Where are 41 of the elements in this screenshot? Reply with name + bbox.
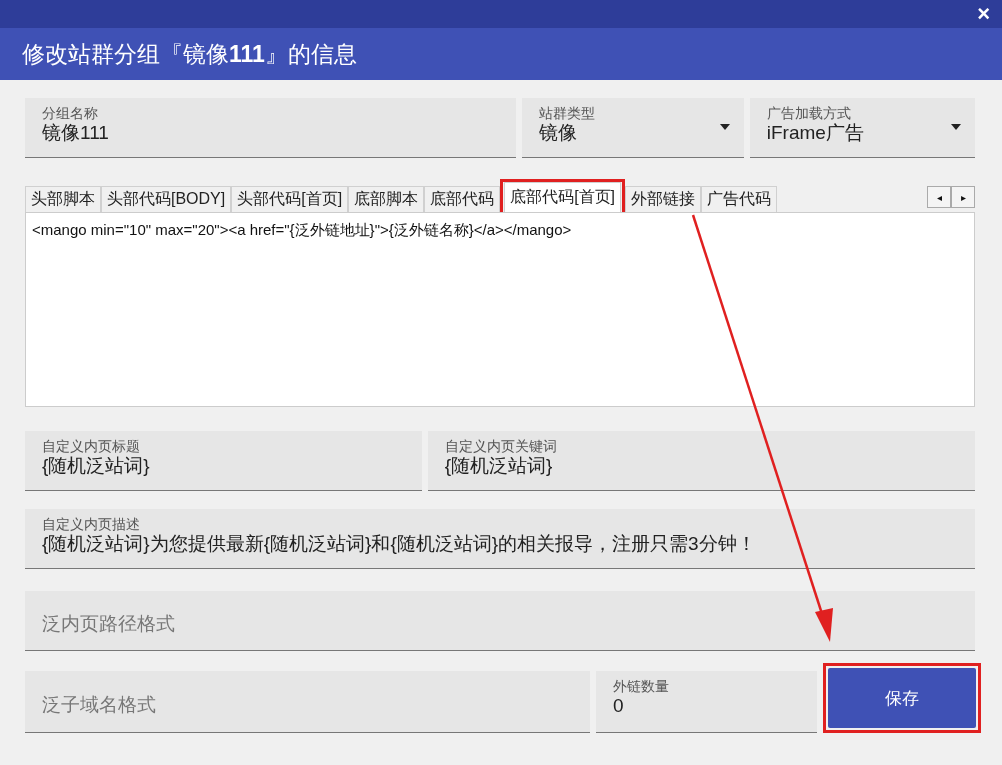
window-title: 修改站群分组『镜像111』的信息 <box>22 39 357 69</box>
field-input[interactable]: 0 <box>612 695 801 717</box>
tab[interactable]: 底部代码[首页] <box>504 182 621 212</box>
dropdown-field[interactable]: 广告加载方式 iFrame广告 <box>749 98 975 158</box>
tab[interactable]: 广告代码 <box>701 186 777 212</box>
field-input[interactable]: {随机泛站词} <box>444 455 959 477</box>
field-input[interactable]: 镜像111 <box>42 122 501 144</box>
dropdown-caret-icon[interactable] <box>719 124 730 130</box>
field-label: 分组名称 <box>42 104 99 122</box>
field-label: 站群类型 <box>539 104 597 122</box>
tab[interactable]: 头部代码[BODY] <box>101 186 232 212</box>
text-field[interactable]: 自定义内页关键词 {随机泛站词} <box>427 431 975 491</box>
field-input[interactable]: 镜像 <box>539 122 728 144</box>
dropdown-caret-icon[interactable] <box>951 124 961 130</box>
tab[interactable]: 头部脚本 <box>25 186 101 212</box>
tab[interactable]: 头部代码[首页] <box>231 186 349 212</box>
text-field[interactable]: 泛内页路径格式 <box>25 591 975 651</box>
field-label: 广告加载方式 <box>766 104 852 122</box>
tab[interactable]: 外部链接 <box>625 186 701 212</box>
text-field[interactable]: 自定义内页标题 {随机泛站词} <box>25 431 422 491</box>
text-field[interactable]: 自定义内页描述 {随机泛站词}为您提供最新{随机泛站词}和{随机泛站词}的相关报导，注册只需3分钟！ <box>25 509 975 569</box>
text-field[interactable]: 泛子域名格式 <box>25 671 590 733</box>
tab[interactable]: 底部脚本 <box>348 186 425 212</box>
field-input[interactable]: {随机泛站词} <box>42 455 406 477</box>
dropdown-field[interactable]: 站群类型 镜像 <box>522 98 744 158</box>
field-label: 外链数量 <box>612 677 670 695</box>
tab[interactable]: 底部代码 <box>424 186 501 212</box>
field-input[interactable]: iFrame广告 <box>766 122 959 144</box>
field-label: 自定义内页描述 <box>42 515 141 533</box>
text-field[interactable]: 外链数量 0 <box>595 671 817 733</box>
tab-scroll-button[interactable]: ◂ <box>927 186 951 208</box>
close-button[interactable]: × <box>973 2 994 26</box>
field-label: 自定义内页标题 <box>42 437 141 455</box>
field-label: 自定义内页关键词 <box>444 437 558 455</box>
save-button[interactable]: 保存 <box>828 668 976 728</box>
field-input[interactable]: {随机泛站词}为您提供最新{随机泛站词}和{随机泛站词}的相关报导，注册只需3分钟！ <box>42 533 959 555</box>
field-input[interactable]: 泛子域名格式 <box>42 693 574 716</box>
text-field[interactable]: 分组名称 镜像111 <box>25 98 517 158</box>
tab-scroll-button[interactable]: ▸ <box>951 186 975 208</box>
field-input[interactable]: 泛内页路径格式 <box>42 612 959 635</box>
code-editor[interactable]: <mango min="10" max="20"><a href="{泛外链地址}">{泛外链名称}</a></mango> <box>25 212 975 407</box>
